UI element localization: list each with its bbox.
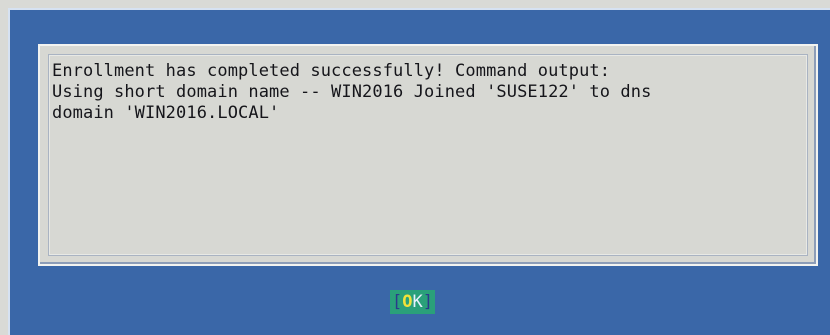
ok-button-hotkey: O (402, 292, 413, 312)
ok-button[interactable]: [ O K ] (390, 290, 435, 314)
ok-button-label-rest: K (412, 292, 423, 312)
terminal-screen: Enrollment has completed successfully! C… (0, 0, 830, 335)
message-line: Enrollment has completed successfully! C… (52, 61, 611, 81)
ok-button-open-bracket: [ (392, 292, 403, 312)
message-line: Using short domain name -- WIN2016 Joine… (52, 82, 652, 102)
message-line: domain 'WIN2016.LOCAL' (52, 103, 280, 123)
message-box: Enrollment has completed successfully! C… (38, 44, 818, 266)
ok-button-close-bracket: ] (422, 292, 433, 312)
message-box-inner: Enrollment has completed successfully! C… (48, 54, 808, 256)
enrollment-dialog: Enrollment has completed successfully! C… (8, 8, 830, 335)
message-text: Enrollment has completed successfully! C… (52, 61, 807, 124)
